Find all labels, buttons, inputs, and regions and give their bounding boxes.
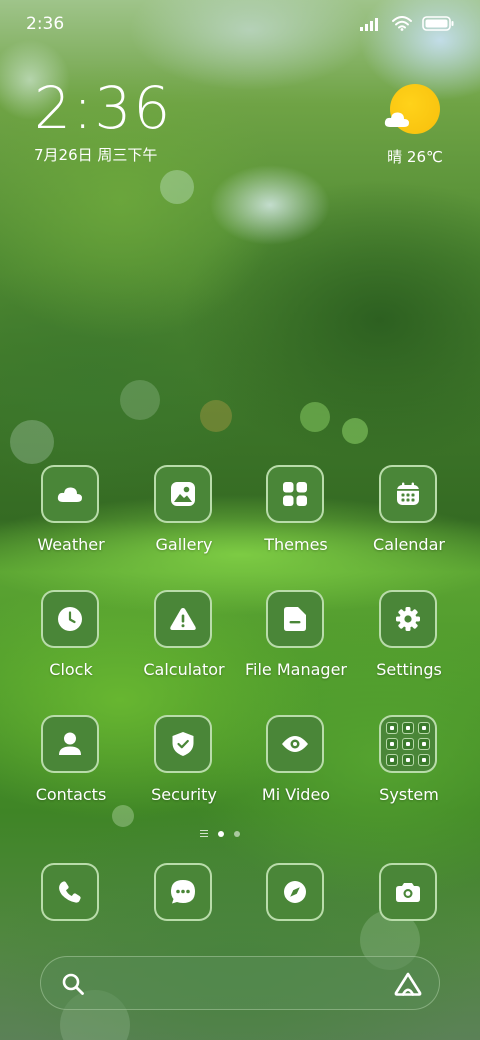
clock-icon (58, 607, 82, 631)
app-contacts[interactable]: Contacts (15, 715, 127, 815)
app-label: Mi Video (261, 785, 331, 804)
app-icon-container (154, 715, 212, 773)
app-icon-container (266, 863, 324, 921)
calendar-icon (397, 482, 419, 505)
app-icon-container (41, 465, 99, 523)
app-icon-container (154, 465, 212, 523)
weather-text: 晴 26℃ (387, 148, 443, 166)
app-icon-container (379, 863, 437, 921)
dock-browser[interactable] (240, 863, 352, 925)
app-icon-container (266, 590, 324, 648)
image-icon (171, 482, 195, 506)
app-icon-container (379, 715, 437, 773)
app-icon-container (41, 863, 99, 921)
search-icon[interactable] (61, 972, 85, 1000)
app-label: Themes (264, 535, 328, 554)
clock-widget[interactable]: 2:36 7月26日 周三下午 (34, 76, 172, 165)
status-time: 2:36 (26, 14, 65, 34)
app-security[interactable]: Security (128, 715, 240, 815)
folder-grid-icon (386, 722, 430, 766)
camera-icon (396, 883, 420, 902)
bokeh-light (342, 418, 368, 444)
mini-app-icon (418, 754, 430, 766)
app-icon-container (379, 590, 437, 648)
app-calculator[interactable]: Calculator (128, 590, 240, 690)
app-themes[interactable]: Themes (240, 465, 352, 565)
app-label: Weather (37, 535, 105, 554)
app-label: Security (151, 785, 217, 804)
home-screen: 2:36 2:36 7月26日 周三下午 晴 26℃ Weather Galle… (0, 0, 480, 1040)
app-icon-container (154, 863, 212, 921)
app-settings[interactable]: Settings (353, 590, 465, 690)
mini-app-icon (418, 738, 430, 750)
app-mi-video[interactable]: Mi Video (240, 715, 352, 815)
battery-icon (422, 16, 454, 31)
bokeh-light (160, 170, 194, 204)
app-label: Contacts (35, 785, 107, 804)
warning-icon (170, 608, 196, 630)
app-icon-container (154, 590, 212, 648)
app-icon-container (266, 465, 324, 523)
cloud-icon (57, 487, 82, 502)
page-dot-active[interactable] (218, 830, 224, 837)
cloud-icon (384, 112, 409, 127)
app-icon-container (41, 590, 99, 648)
message-icon (171, 880, 195, 904)
mini-app-icon (386, 754, 398, 766)
compass-icon (284, 881, 306, 903)
status-bar: 2:36 (0, 0, 480, 50)
bokeh-light (120, 380, 160, 420)
bokeh-light (10, 420, 54, 464)
eye-icon (282, 736, 308, 752)
search-bar[interactable] (40, 956, 440, 1010)
wifi-icon (392, 16, 412, 31)
app-label: System (379, 785, 439, 804)
status-icons (360, 16, 454, 31)
dock-phone[interactable] (15, 863, 127, 925)
app-folder-system[interactable]: System (353, 715, 465, 815)
widget-time: 2:36 (34, 74, 173, 142)
signal-icon (360, 17, 382, 31)
app-label: File Manager (245, 660, 347, 679)
mini-app-icon (402, 722, 414, 734)
mini-app-icon (418, 722, 430, 734)
app-label: Gallery (155, 535, 213, 554)
page-indicator[interactable] (200, 830, 240, 837)
app-icon-container (379, 465, 437, 523)
app-file-manager[interactable]: File Manager (240, 590, 352, 690)
gear-icon (396, 607, 420, 631)
mini-app-icon (386, 722, 398, 734)
mini-app-icon (402, 738, 414, 750)
app-icon-container (266, 715, 324, 773)
app-clock[interactable]: Clock (15, 590, 127, 690)
dock-camera[interactable] (353, 863, 465, 925)
app-label: Calendar (373, 535, 445, 554)
grid-icon (283, 482, 307, 506)
bokeh-light (300, 402, 330, 432)
app-calendar[interactable]: Calendar (353, 465, 465, 565)
page-list-icon[interactable] (200, 830, 208, 837)
shield-icon (172, 732, 194, 756)
mini-app-icon (386, 738, 398, 750)
app-label: Clock (49, 660, 93, 679)
weather-widget[interactable]: 晴 26℃ (384, 84, 446, 174)
assistant-icon[interactable] (393, 971, 423, 1001)
app-label: Settings (376, 660, 442, 679)
app-icon-container (41, 715, 99, 773)
widget-date: 7月26日 周三下午 (34, 146, 158, 164)
bokeh-light (200, 400, 232, 432)
folder-icon (284, 607, 306, 631)
page-dot[interactable] (234, 830, 240, 837)
person-icon (59, 732, 81, 755)
dock-messages[interactable] (128, 863, 240, 925)
app-gallery[interactable]: Gallery (128, 465, 240, 565)
app-label: Calculator (143, 660, 225, 679)
phone-icon (59, 881, 81, 903)
mini-app-icon (402, 754, 414, 766)
app-weather[interactable]: Weather (15, 465, 127, 565)
